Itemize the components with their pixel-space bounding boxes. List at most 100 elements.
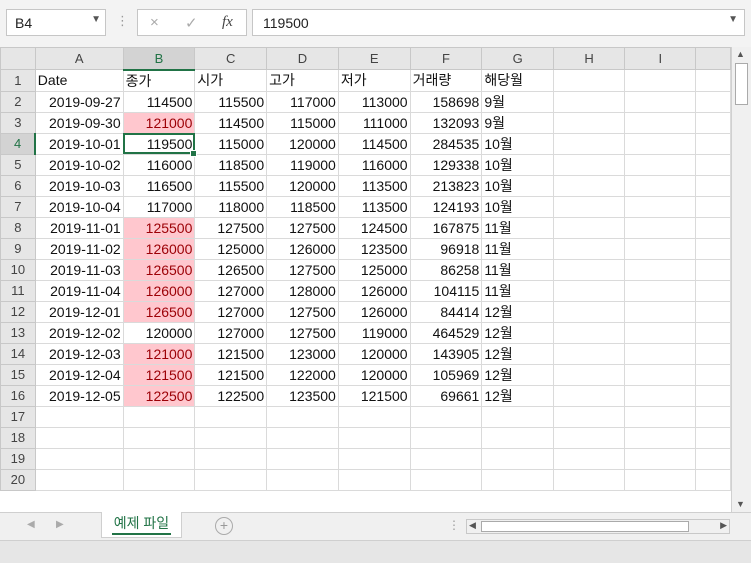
month-cell[interactable]: 9월: [481, 90, 554, 113]
cell[interactable]: [695, 153, 731, 176]
volume-cell[interactable]: 105969: [409, 363, 483, 386]
cell[interactable]: [552, 279, 626, 302]
cell[interactable]: [552, 363, 626, 386]
cell[interactable]: [552, 447, 626, 470]
chevron-down-icon[interactable]: ▼: [91, 14, 101, 25]
month-cell[interactable]: 11월: [481, 258, 554, 281]
cell[interactable]: [695, 111, 731, 134]
header-cell-volume[interactable]: 거래량: [409, 69, 483, 92]
cell[interactable]: [552, 342, 626, 365]
month-cell[interactable]: 12월: [481, 321, 554, 344]
month-cell[interactable]: 11월: [481, 237, 554, 260]
cell[interactable]: [624, 426, 697, 449]
cell[interactable]: [409, 405, 483, 428]
expand-formula-icon[interactable]: ▼: [728, 14, 738, 25]
scroll-down-icon[interactable]: ▼: [736, 499, 745, 509]
header-cell-date[interactable]: Date: [34, 69, 124, 92]
month-cell[interactable]: 12월: [481, 363, 554, 386]
row-header[interactable]: 11: [0, 279, 36, 302]
cell[interactable]: [624, 195, 697, 218]
column-header-j[interactable]: [695, 47, 731, 70]
row-header[interactable]: 18: [0, 426, 36, 449]
cell[interactable]: [481, 426, 554, 449]
cell[interactable]: [695, 405, 731, 428]
volume-cell[interactable]: 86258: [409, 258, 483, 281]
low-cell[interactable]: 113000: [337, 90, 411, 113]
header-cell-month[interactable]: 해당월: [481, 69, 554, 92]
cell[interactable]: [34, 468, 124, 491]
cell[interactable]: [194, 405, 268, 428]
cell[interactable]: [624, 174, 697, 197]
date-cell[interactable]: 2019-11-03: [34, 258, 124, 281]
column-header-g[interactable]: G: [481, 47, 554, 70]
insert-function-icon[interactable]: fx: [222, 14, 233, 31]
tab-prev-icon[interactable]: ◀: [27, 519, 35, 530]
cell[interactable]: [194, 426, 268, 449]
close-cell[interactable]: 117000: [122, 195, 196, 218]
close-cell[interactable]: 121000: [122, 342, 196, 365]
month-cell[interactable]: 12월: [481, 342, 554, 365]
high-cell[interactable]: 127500: [266, 216, 339, 239]
high-cell[interactable]: 119000: [266, 153, 339, 176]
close-cell[interactable]: 126000: [122, 237, 196, 260]
cell[interactable]: [695, 237, 731, 260]
volume-cell[interactable]: 104115: [409, 279, 483, 302]
open-cell[interactable]: 127500: [194, 216, 268, 239]
cell[interactable]: [624, 216, 697, 239]
cell[interactable]: [695, 69, 731, 92]
cell[interactable]: [122, 426, 196, 449]
cell[interactable]: [695, 300, 731, 323]
cell[interactable]: [481, 468, 554, 491]
column-header-d[interactable]: D: [266, 47, 339, 70]
cell[interactable]: [624, 111, 697, 134]
close-cell[interactable]: 116000: [122, 153, 196, 176]
cell[interactable]: [337, 405, 411, 428]
sheet-tab[interactable]: 예제 파일: [101, 512, 182, 538]
date-cell[interactable]: 2019-11-01: [34, 216, 124, 239]
row-header[interactable]: 19: [0, 447, 36, 470]
fill-handle[interactable]: [190, 149, 198, 157]
date-cell[interactable]: 2019-10-03: [34, 174, 124, 197]
row-header[interactable]: 9: [0, 237, 36, 260]
cell[interactable]: [552, 195, 626, 218]
month-cell[interactable]: 12월: [481, 300, 554, 323]
high-cell[interactable]: 117000: [266, 90, 339, 113]
cell[interactable]: [409, 426, 483, 449]
column-header-a[interactable]: A: [34, 47, 124, 70]
low-cell[interactable]: 111000: [337, 111, 411, 134]
cell[interactable]: [695, 426, 731, 449]
high-cell[interactable]: 120000: [266, 174, 339, 197]
cell[interactable]: [552, 237, 626, 260]
header-cell-high[interactable]: 고가: [266, 69, 339, 92]
cell[interactable]: [624, 90, 697, 113]
scroll-right-icon[interactable]: ▶: [720, 520, 727, 531]
cell[interactable]: [624, 321, 697, 344]
volume-cell[interactable]: 143905: [409, 342, 483, 365]
open-cell[interactable]: 121500: [194, 363, 268, 386]
tab-next-icon[interactable]: ▶: [56, 519, 64, 530]
date-cell[interactable]: 2019-12-02: [34, 321, 124, 344]
vertical-scrollbar[interactable]: ▲ ▼: [731, 47, 751, 512]
cell[interactable]: [695, 447, 731, 470]
name-box[interactable]: B4 ▼: [6, 9, 106, 36]
low-cell[interactable]: 114500: [337, 132, 411, 155]
open-cell[interactable]: 126500: [194, 258, 268, 281]
column-header-e[interactable]: E: [337, 47, 411, 70]
cell[interactable]: [122, 405, 196, 428]
vertical-scroll-thumb[interactable]: [735, 63, 748, 105]
cell[interactable]: [122, 468, 196, 491]
close-cell[interactable]: 121500: [122, 363, 196, 386]
date-cell[interactable]: 2019-12-03: [34, 342, 124, 365]
row-header[interactable]: 6: [0, 174, 36, 197]
column-header-f[interactable]: F: [409, 47, 483, 70]
month-cell[interactable]: 10월: [481, 174, 554, 197]
date-cell[interactable]: 2019-12-04: [34, 363, 124, 386]
row-header[interactable]: 7: [0, 195, 36, 218]
volume-cell[interactable]: 96918: [409, 237, 483, 260]
date-cell[interactable]: 2019-12-01: [34, 300, 124, 323]
volume-cell[interactable]: 464529: [409, 321, 483, 344]
open-cell[interactable]: 127000: [194, 279, 268, 302]
cell[interactable]: [552, 384, 626, 407]
cell[interactable]: [695, 321, 731, 344]
row-header[interactable]: 15: [0, 363, 36, 386]
